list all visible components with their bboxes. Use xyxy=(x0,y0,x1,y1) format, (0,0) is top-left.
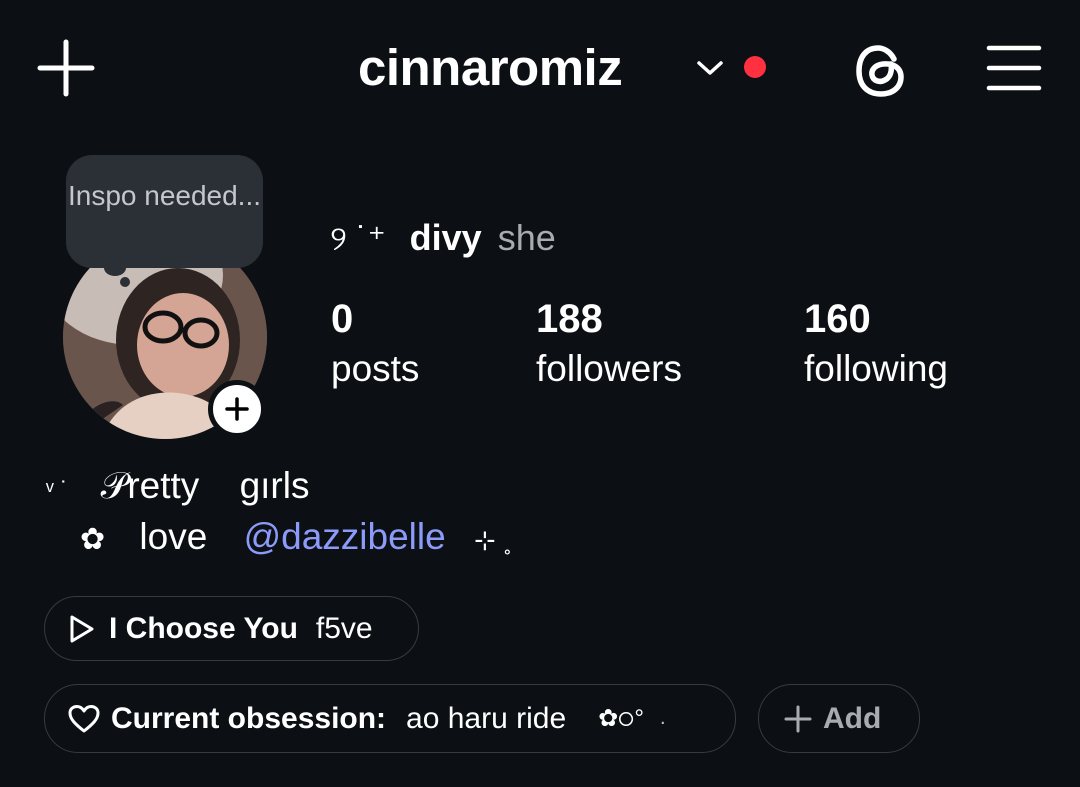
chevron-down-icon xyxy=(697,61,723,75)
name-decoration: ୨ ˙⁺ xyxy=(330,220,386,258)
music-title: I Choose You xyxy=(109,611,298,645)
username[interactable]: cinnaromiz xyxy=(358,38,623,98)
obsession-value: ao haru ride xyxy=(406,701,567,735)
create-button[interactable] xyxy=(36,38,96,98)
bio-decoration: ᵛ ˙ xyxy=(46,477,69,504)
bio-line-1: ᵛ ˙ 𝒫retty gırls xyxy=(46,463,309,514)
bio-decoration: ⊹ ˳ xyxy=(473,525,512,555)
bio-text: 𝒫retty xyxy=(100,465,200,506)
obsession-decoration: ✿੦° xyxy=(598,705,644,732)
stat-label: following xyxy=(804,348,948,389)
music-pill[interactable]: I Choose You f5ve xyxy=(44,596,419,661)
add-story-button[interactable] xyxy=(208,380,266,438)
plus-icon xyxy=(225,397,249,421)
note-bubble[interactable]: Inspo needed... xyxy=(66,155,263,268)
music-artist: f5ve xyxy=(315,611,373,645)
threads-icon xyxy=(856,45,904,97)
stat-label: followers xyxy=(536,348,682,389)
plus-icon xyxy=(37,39,95,97)
note-text: Inspo needed... xyxy=(67,180,262,211)
mention-link[interactable]: @dazzibelle xyxy=(244,516,446,557)
bio-line-2: ✿ love @dazzibelle ⊹ ˳ xyxy=(80,514,512,563)
add-button[interactable]: Add xyxy=(758,684,920,753)
notification-dot xyxy=(744,56,766,78)
menu-button[interactable] xyxy=(982,36,1046,100)
bio-text: love xyxy=(139,516,208,557)
plus-icon xyxy=(784,705,812,732)
pronouns: she xyxy=(497,217,556,258)
stat-posts[interactable]: 0 posts xyxy=(331,296,419,396)
profile-name-line: ୨ ˙⁺ divy she xyxy=(330,214,556,263)
note-bubble-tail xyxy=(104,260,126,276)
bio-text: gırls xyxy=(239,465,310,506)
obsession-decoration-dot: . xyxy=(660,707,666,729)
add-label: Add xyxy=(823,701,882,735)
stat-label: posts xyxy=(331,348,420,389)
stat-value: 188 xyxy=(536,297,603,341)
display-name: divy xyxy=(409,217,482,258)
stat-followers[interactable]: 188 followers xyxy=(536,296,682,396)
threads-button[interactable] xyxy=(850,40,914,102)
stat-value: 160 xyxy=(804,297,871,341)
note-bubble-tail-small xyxy=(120,277,130,287)
heart-icon xyxy=(68,704,100,732)
menu-icon xyxy=(986,45,1042,91)
stat-following[interactable]: 160 following xyxy=(804,296,948,396)
obsession-label: Current obsession: xyxy=(111,701,387,735)
flower-icon: ✿ xyxy=(80,523,106,556)
current-obsession-pill[interactable]: Current obsession: ao haru ride ✿੦° . xyxy=(44,684,736,753)
play-icon xyxy=(70,615,94,642)
account-switcher-button[interactable] xyxy=(690,50,730,86)
stat-value: 0 xyxy=(331,297,354,341)
